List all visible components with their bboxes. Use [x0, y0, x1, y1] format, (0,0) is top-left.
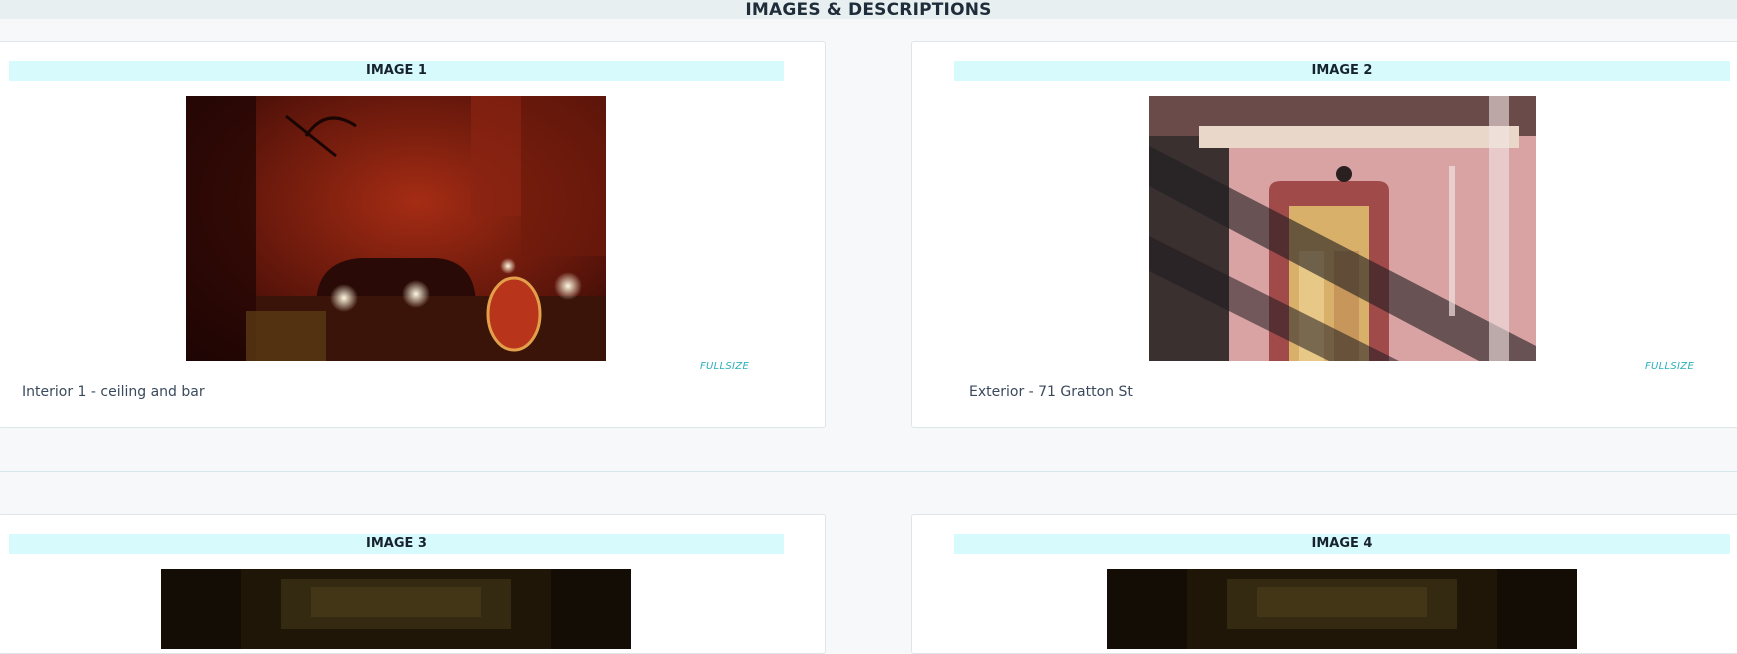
dark-interior-photo[interactable]	[1107, 569, 1577, 649]
image-card-header: IMAGE 4	[954, 534, 1730, 554]
page-title: IMAGES & DESCRIPTIONS	[745, 0, 992, 20]
image-card-header: IMAGE 3	[9, 534, 784, 554]
section-divider	[0, 471, 1737, 472]
fullsize-link[interactable]: FULLSIZE	[1645, 361, 1694, 372]
image-description: Interior 1 - ceiling and bar	[22, 384, 205, 400]
image-description: Exterior - 71 Gratton St	[969, 384, 1133, 400]
page-header-bar: IMAGES & DESCRIPTIONS	[0, 0, 1737, 19]
image-card-3: IMAGE 3	[0, 514, 826, 654]
image-card-4: IMAGE 4	[911, 514, 1737, 654]
bar-interior-photo[interactable]	[186, 96, 606, 361]
image-card-header: IMAGE 2	[954, 61, 1730, 81]
image-card-2: IMAGE 2 FULLSIZE Exterior - 71 Gratton S…	[911, 41, 1737, 428]
image-card-1: IMAGE 1 FULLSIZE Interior 1 - ceiling an…	[0, 41, 826, 428]
fullsize-link[interactable]: FULLSIZE	[700, 361, 749, 372]
dark-interior-photo[interactable]	[161, 569, 631, 649]
building-exterior-photo[interactable]	[1149, 96, 1536, 361]
image-card-header: IMAGE 1	[9, 61, 784, 81]
